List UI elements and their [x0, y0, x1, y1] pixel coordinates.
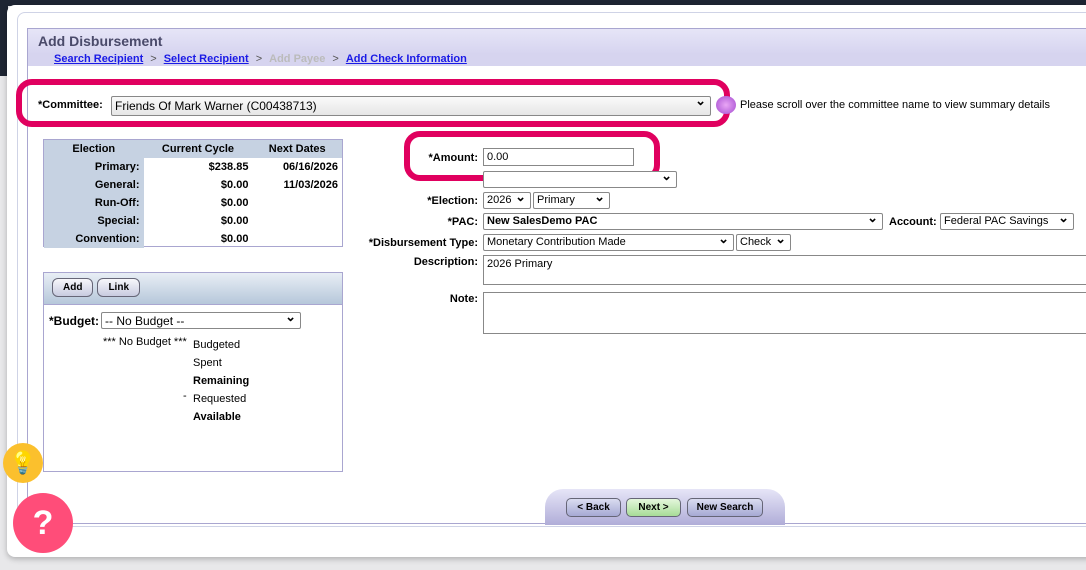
- back-button[interactable]: < Back: [566, 498, 621, 517]
- next-date: 06/16/2026: [282, 161, 338, 173]
- cycle-value: $238.85: [208, 161, 249, 173]
- note-label: Note:: [449, 293, 478, 305]
- crumb-search-recipient[interactable]: Search Recipient: [54, 53, 143, 65]
- payment-method-select[interactable]: Check: [736, 234, 791, 251]
- election-summary-table: Election Current Cycle Next Dates Primary:…: [43, 139, 343, 248]
- cycle-value: $0.00: [220, 197, 249, 209]
- budget-budgeted: Budgeted: [193, 339, 241, 351]
- budget-available: Available: [193, 411, 241, 423]
- budget-panel: AddLink *Budget: -- No Budget -- *** No …: [43, 272, 343, 472]
- note-textarea[interactable]: [483, 292, 1086, 334]
- info-bubble-icon[interactable]: [716, 96, 736, 114]
- cycle-value: $0.00: [220, 179, 249, 191]
- budget-select[interactable]: -- No Budget --: [101, 312, 301, 329]
- breadcrumb: Search Recipient > Select Recipient > Add Pa…: [28, 53, 1086, 66]
- table-row: Special: $0.00: [44, 212, 342, 230]
- row-label: General:: [44, 176, 144, 194]
- row-label: Convention:: [44, 230, 144, 248]
- next-button[interactable]: Next >: [626, 498, 681, 517]
- account-select[interactable]: Federal PAC Savings: [940, 213, 1074, 230]
- link-button[interactable]: Link: [97, 278, 141, 297]
- election-year-select[interactable]: 2026: [483, 192, 531, 209]
- description-textarea[interactable]: 2026 Primary: [483, 255, 1086, 285]
- account-label: Account:: [889, 216, 937, 228]
- election-type-select[interactable]: Primary: [533, 192, 610, 209]
- table-row: Convention: $0.00: [44, 230, 342, 248]
- table-row: Run-Off: $0.00: [44, 194, 342, 212]
- requested-prefix: -: [183, 390, 187, 402]
- page-title: Add Disbursement: [28, 29, 1086, 53]
- crumb-add-payee: Add Payee: [269, 53, 326, 65]
- budget-name: *** No Budget ***: [103, 336, 187, 348]
- payee-select[interactable]: [483, 171, 677, 188]
- col-current-cycle: Current Cycle: [143, 140, 253, 158]
- row-label: Run-Off:: [44, 194, 144, 212]
- crumb-add-check-information[interactable]: Add Check Information: [346, 53, 467, 65]
- next-date: [252, 194, 342, 212]
- budget-label: *Budget:: [49, 314, 99, 328]
- add-button[interactable]: Add: [52, 278, 94, 297]
- committee-hint: Please scroll over the committee name to…: [740, 99, 1050, 111]
- lightbulb-icon[interactable]: 💡: [3, 443, 43, 483]
- election-label: *Election:: [427, 195, 478, 207]
- budget-remaining: Remaining: [193, 375, 250, 387]
- table-row: Primary: $238.85 06/16/2026: [44, 158, 342, 176]
- budget-spent: Spent: [193, 357, 222, 369]
- col-election: Election: [44, 140, 144, 158]
- budget-requested: Requested: [193, 393, 247, 405]
- row-label: Primary:: [44, 158, 144, 176]
- pac-select[interactable]: New SalesDemo PAC: [483, 213, 883, 230]
- description-label: Description:: [413, 256, 478, 268]
- crumb-select-recipient[interactable]: Select Recipient: [164, 53, 249, 65]
- next-date: 11/03/2026: [283, 179, 338, 191]
- disbursement-type-label: *Disbursement Type:: [368, 237, 478, 249]
- table-row: General: $0.00 11/03/2026: [44, 176, 342, 194]
- cycle-value: $0.00: [220, 233, 249, 245]
- cycle-value: $0.00: [220, 215, 249, 227]
- col-next-dates: Next Dates: [252, 140, 342, 158]
- new-search-button[interactable]: New Search: [687, 498, 763, 517]
- budget-toolbar: Add Link: [44, 273, 342, 305]
- next-date: [252, 212, 342, 230]
- next-date: [252, 230, 342, 248]
- row-label: Special:: [44, 212, 144, 230]
- committee-highlight: [16, 79, 730, 127]
- pac-label: *PAC:: [447, 216, 478, 228]
- help-icon[interactable]: ?: [13, 493, 73, 553]
- disbursement-type-select[interactable]: Monetary Contribution Made: [483, 234, 734, 251]
